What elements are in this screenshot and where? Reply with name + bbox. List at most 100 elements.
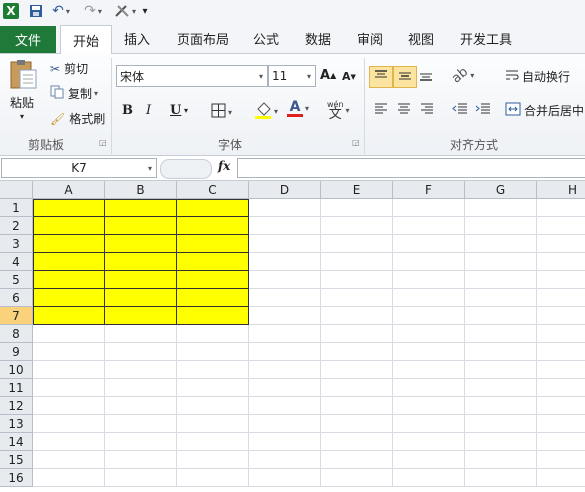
cell-h6[interactable] <box>537 289 585 307</box>
paste-button[interactable]: 粘贴 <box>10 94 34 111</box>
cell-a2[interactable] <box>33 217 105 235</box>
cell-d15[interactable] <box>249 451 321 469</box>
cell-b14[interactable] <box>105 433 177 451</box>
column-header-f[interactable]: F <box>393 181 465 199</box>
cell-h11[interactable] <box>537 379 585 397</box>
cell-a4[interactable] <box>33 253 105 271</box>
cell-b16[interactable] <box>105 469 177 487</box>
cell-c5[interactable] <box>177 271 249 289</box>
cell-h9[interactable] <box>537 343 585 361</box>
cell-g16[interactable] <box>465 469 537 487</box>
cell-a12[interactable] <box>33 397 105 415</box>
cell-e16[interactable] <box>321 469 393 487</box>
align-middle-button[interactable] <box>393 66 417 88</box>
row-header-5[interactable]: 5 <box>0 271 33 289</box>
row-header-11[interactable]: 11 <box>0 379 33 397</box>
cell-a1[interactable] <box>33 199 105 217</box>
cell-d1[interactable] <box>249 199 321 217</box>
cell-h3[interactable] <box>537 235 585 253</box>
font-name-dropdown-icon[interactable]: ▾ <box>259 72 263 81</box>
cell-h14[interactable] <box>537 433 585 451</box>
cell-d6[interactable] <box>249 289 321 307</box>
customize-qat-icon[interactable]: ▾ <box>140 3 150 19</box>
phonetic-dropdown-icon[interactable]: ▾ <box>346 106 350 115</box>
cell-a11[interactable] <box>33 379 105 397</box>
borders-button[interactable]: ▾ <box>211 103 232 121</box>
cell-a3[interactable] <box>33 235 105 253</box>
grow-font-icon[interactable]: A ▲ <box>320 68 336 83</box>
row-header-3[interactable]: 3 <box>0 235 33 253</box>
cell-b7[interactable] <box>105 307 177 325</box>
row-header-7[interactable]: 7 <box>0 307 33 325</box>
row-header-16[interactable]: 16 <box>0 469 33 487</box>
italic-button[interactable]: I <box>146 103 151 118</box>
cell-a5[interactable] <box>33 271 105 289</box>
tab-home[interactable]: 开始 <box>60 25 112 54</box>
cell-c12[interactable] <box>177 397 249 415</box>
cell-g13[interactable] <box>465 415 537 433</box>
cell-e10[interactable] <box>321 361 393 379</box>
cell-h1[interactable] <box>537 199 585 217</box>
cell-e11[interactable] <box>321 379 393 397</box>
cell-c9[interactable] <box>177 343 249 361</box>
cell-c14[interactable] <box>177 433 249 451</box>
cell-f10[interactable] <box>393 361 465 379</box>
cell-d11[interactable] <box>249 379 321 397</box>
cell-b15[interactable] <box>105 451 177 469</box>
cell-e12[interactable] <box>321 397 393 415</box>
align-left-button[interactable] <box>374 102 388 119</box>
orientation-button[interactable]: ab ▾ <box>449 65 474 87</box>
align-bottom-button[interactable] <box>419 68 433 85</box>
cell-a13[interactable] <box>33 415 105 433</box>
row-header-10[interactable]: 10 <box>0 361 33 379</box>
cell-f4[interactable] <box>393 253 465 271</box>
cell-a16[interactable] <box>33 469 105 487</box>
cell-a15[interactable] <box>33 451 105 469</box>
cell-d13[interactable] <box>249 415 321 433</box>
cell-e7[interactable] <box>321 307 393 325</box>
cell-h7[interactable] <box>537 307 585 325</box>
cell-b5[interactable] <box>105 271 177 289</box>
cell-e8[interactable] <box>321 325 393 343</box>
cell-b3[interactable] <box>105 235 177 253</box>
cell-c10[interactable] <box>177 361 249 379</box>
tab-page-layout[interactable]: 页面布局 <box>177 29 229 48</box>
merge-center-button[interactable]: 合并后居中 <box>505 102 584 119</box>
save-icon[interactable] <box>28 3 44 19</box>
column-header-b[interactable]: B <box>105 181 177 199</box>
cell-f7[interactable] <box>393 307 465 325</box>
cell-c6[interactable] <box>177 289 249 307</box>
cell-h4[interactable] <box>537 253 585 271</box>
cell-a9[interactable] <box>33 343 105 361</box>
cell-g14[interactable] <box>465 433 537 451</box>
cell-h5[interactable] <box>537 271 585 289</box>
cell-e2[interactable] <box>321 217 393 235</box>
cell-b8[interactable] <box>105 325 177 343</box>
column-header-d[interactable]: D <box>249 181 321 199</box>
cell-e1[interactable] <box>321 199 393 217</box>
cell-f14[interactable] <box>393 433 465 451</box>
cell-d3[interactable] <box>249 235 321 253</box>
cell-e4[interactable] <box>321 253 393 271</box>
cell-b13[interactable] <box>105 415 177 433</box>
cell-e15[interactable] <box>321 451 393 469</box>
worksheet-grid[interactable]: A B C D E F G H 1 2 3 4 5 6 7 8 9 10 11 12 13 14 15 16 <box>0 181 585 492</box>
font-launcher-icon[interactable]: ◲ <box>352 138 360 147</box>
cell-g7[interactable] <box>465 307 537 325</box>
cell-g10[interactable] <box>465 361 537 379</box>
cell-f2[interactable] <box>393 217 465 235</box>
cell-g12[interactable] <box>465 397 537 415</box>
wrap-text-button[interactable]: 自动换行 <box>505 68 570 85</box>
cell-e9[interactable] <box>321 343 393 361</box>
row-header-2[interactable]: 2 <box>0 217 33 235</box>
select-all-corner[interactable] <box>0 181 33 199</box>
increase-indent-button[interactable] <box>475 102 491 119</box>
cell-g4[interactable] <box>465 253 537 271</box>
cell-c2[interactable] <box>177 217 249 235</box>
row-header-9[interactable]: 9 <box>0 343 33 361</box>
cell-e14[interactable] <box>321 433 393 451</box>
cell-h15[interactable] <box>537 451 585 469</box>
undo-icon[interactable]: ↶ ▾ <box>50 3 72 19</box>
cell-c13[interactable] <box>177 415 249 433</box>
cell-g6[interactable] <box>465 289 537 307</box>
